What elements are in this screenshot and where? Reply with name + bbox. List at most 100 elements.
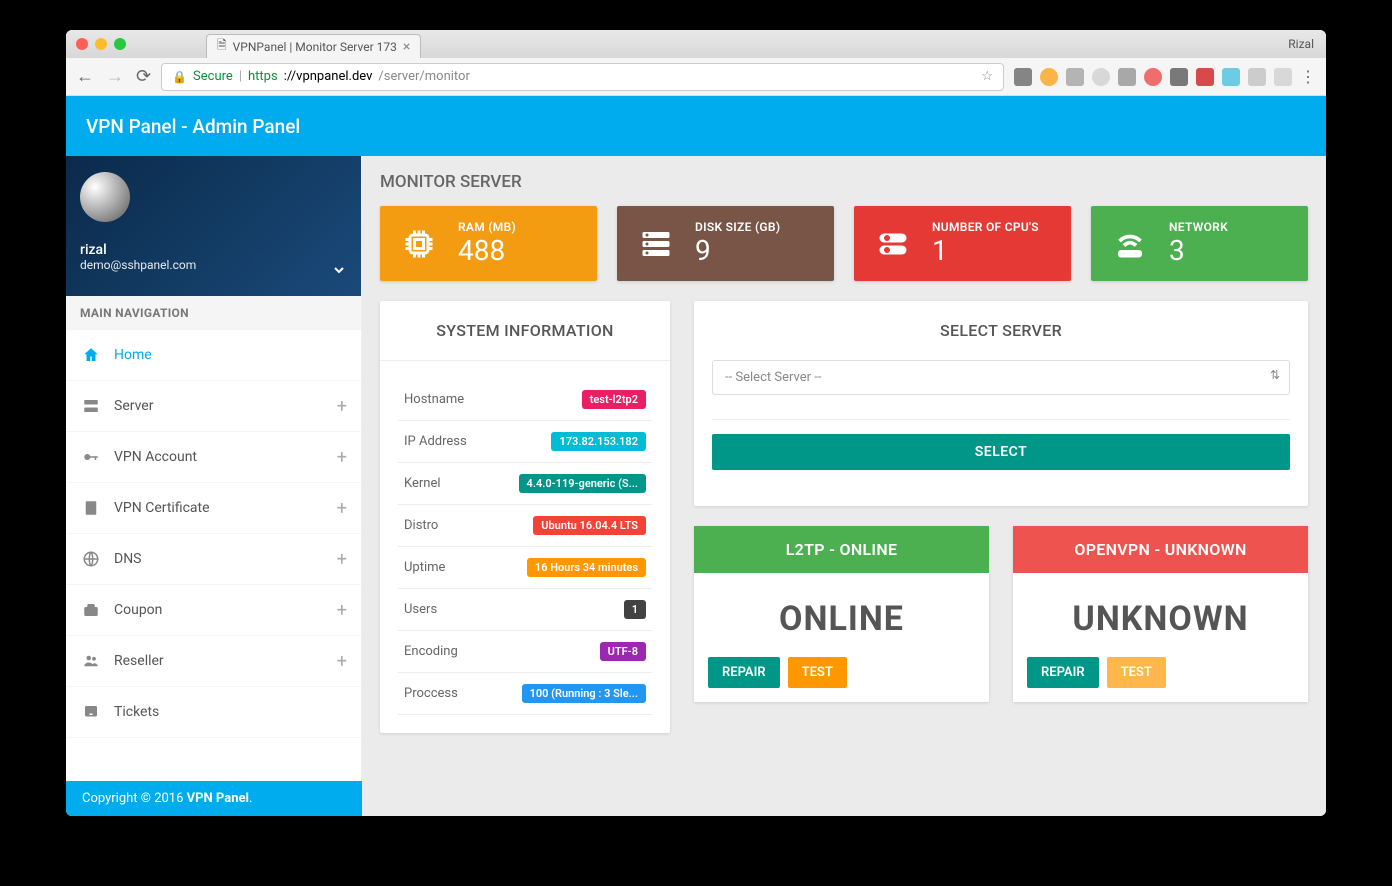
chevron-down-icon[interactable] [331,262,347,278]
stats-row: RAM (MB)488 DISK SIZE (GB)9 NUMBER OF CP… [380,206,1308,281]
extensions: ⋮ [1014,67,1316,86]
expand-icon: + [337,396,347,417]
nav-item-vpn-certificate[interactable]: VPN Certificate + [66,483,361,534]
tab-title: VPNPanel | Monitor Server 173 [233,40,397,54]
nav-item-tickets[interactable]: Tickets [66,687,361,738]
nav-item-dns[interactable]: DNS + [66,534,361,585]
expand-icon: + [337,498,347,519]
titlebar: 🗎 VPNPanel | Monitor Server 173 × Rizal [66,30,1326,58]
nav-item-coupon[interactable]: Coupon + [66,585,361,636]
server-select[interactable]: -- Select Server -- [712,360,1290,395]
cpu-icon [870,221,916,267]
back-icon[interactable]: ← [76,66,94,87]
ext-icon-10[interactable] [1248,68,1266,86]
sysinfo-row: IP Address173.82.153.182 [398,421,652,463]
sysinfo-row: Encoding UTF-8 [398,631,652,673]
nav-item-home[interactable]: Home [66,330,361,381]
stat-label: NUMBER OF CPU'S [932,220,1039,234]
sysinfo-row: Distro Ubuntu 16.04.4 LTS [398,505,652,547]
footer: Copyright © 2016 VPN Panel. [66,781,362,816]
sysinfo-value: test-l2tp2 [582,390,646,409]
service-header: OPENVPN - UNKNOWN [1013,526,1308,573]
sysinfo-label: Distro [398,505,487,547]
user-email: demo@sshpanel.com [80,258,347,272]
nav-label: VPN Account [114,449,197,465]
browser-menu-icon[interactable]: ⋮ [1300,67,1316,86]
service-openvpn: OPENVPN - UNKNOWN UNKNOWN REPAIR TEST [1013,526,1308,702]
sysinfo-row: Proccess100 (Running : 3 Sle... [398,673,652,715]
browser-tab[interactable]: 🗎 VPNPanel | Monitor Server 173 × [206,34,421,58]
sysinfo-value: Ubuntu 16.04.4 LTS [533,516,646,535]
reload-icon[interactable]: ⟳ [136,66,151,87]
stat-label: DISK SIZE (GB) [695,220,780,234]
sysinfo-value: 16 Hours 34 minutes [527,558,646,577]
sysinfo-value: 173.82.153.182 [551,432,646,451]
select-server-card: SELECT SERVER -- Select Server -- SELECT [694,301,1308,506]
close-window-icon[interactable] [76,38,88,50]
browser-profile[interactable]: Rizal [1288,37,1314,51]
system-info-table: Hostnametest-l2tp2 IP Address173.82.153.… [398,379,652,715]
nav-item-reseller[interactable]: Reseller + [66,636,361,687]
ext-icon-6[interactable] [1144,68,1162,86]
nav-label: Tickets [114,704,159,720]
nav-item-server[interactable]: Server + [66,381,361,432]
ext-icon-5[interactable] [1118,68,1136,86]
repair-button[interactable]: REPAIR [1027,657,1099,688]
expand-icon: + [337,549,347,570]
minimize-window-icon[interactable] [95,38,107,50]
ext-icon-3[interactable] [1066,68,1084,86]
star-icon[interactable]: ☆ [981,69,993,84]
sysinfo-label: Encoding [398,631,487,673]
app: VPN Panel - Admin Panel rizal demo@sshpa… [66,96,1326,816]
sysinfo-value: UTF-8 [600,642,646,661]
address-bar[interactable]: 🔒 Secure | https://vpnpanel.dev/server/m… [161,63,1004,91]
ext-icon-11[interactable] [1274,68,1292,86]
maximize-window-icon[interactable] [114,38,126,50]
sysinfo-label: Users [398,589,487,631]
nav-menu: Home Server + VPN Account + VPN Cer [66,330,361,738]
server-icon [80,397,102,415]
forward-icon[interactable]: → [106,66,124,87]
nav-label: Home [114,347,152,363]
secure-label: Secure [193,69,233,84]
ext-icon-2[interactable] [1040,68,1058,86]
stat-label: NETWORK [1169,220,1228,234]
window-controls[interactable] [76,38,126,50]
stat-value: 9 [695,234,780,267]
footer-brand: VPN Panel [187,791,249,806]
ext-icon-1[interactable] [1014,68,1032,86]
sysinfo-row: Hostnametest-l2tp2 [398,379,652,421]
service-status: UNKNOWN [1013,599,1308,639]
ext-icon-9[interactable] [1222,68,1240,86]
url-proto: https [248,69,278,84]
card-title: SYSTEM INFORMATION [380,301,670,361]
key-icon [80,448,102,466]
select-button[interactable]: SELECT [712,434,1290,470]
ext-icon-8[interactable] [1196,68,1214,86]
sysinfo-row: Uptime16 Hours 34 minutes [398,547,652,589]
ext-icon-7[interactable] [1170,68,1188,86]
expand-icon: + [337,651,347,672]
stat-network: NETWORK3 [1091,206,1308,281]
test-button[interactable]: TEST [1107,657,1166,688]
stat-label: RAM (MB) [458,220,516,234]
sysinfo-value: 4.4.0-119-generic (S... [519,474,646,493]
nav-item-vpn-account[interactable]: VPN Account + [66,432,361,483]
nav-label: DNS [114,551,142,567]
sysinfo-row: Users1 [398,589,652,631]
tab-close-icon[interactable]: × [403,39,410,55]
services-row: L2TP - ONLINE ONLINE REPAIR TEST OPENVPN… [694,526,1308,702]
disk-icon [633,221,679,267]
home-icon [80,346,102,364]
people-icon [80,652,102,670]
ticket-icon [80,703,102,721]
nav-section-header: MAIN NAVIGATION [66,296,361,330]
test-button[interactable]: TEST [788,657,847,688]
globe-icon [80,550,102,568]
repair-button[interactable]: REPAIR [708,657,780,688]
coupon-icon [80,601,102,619]
tab-favicon: 🗎 [217,36,227,57]
service-status: ONLINE [694,599,989,639]
service-l2tp: L2TP - ONLINE ONLINE REPAIR TEST [694,526,989,702]
ext-icon-4[interactable] [1092,68,1110,86]
